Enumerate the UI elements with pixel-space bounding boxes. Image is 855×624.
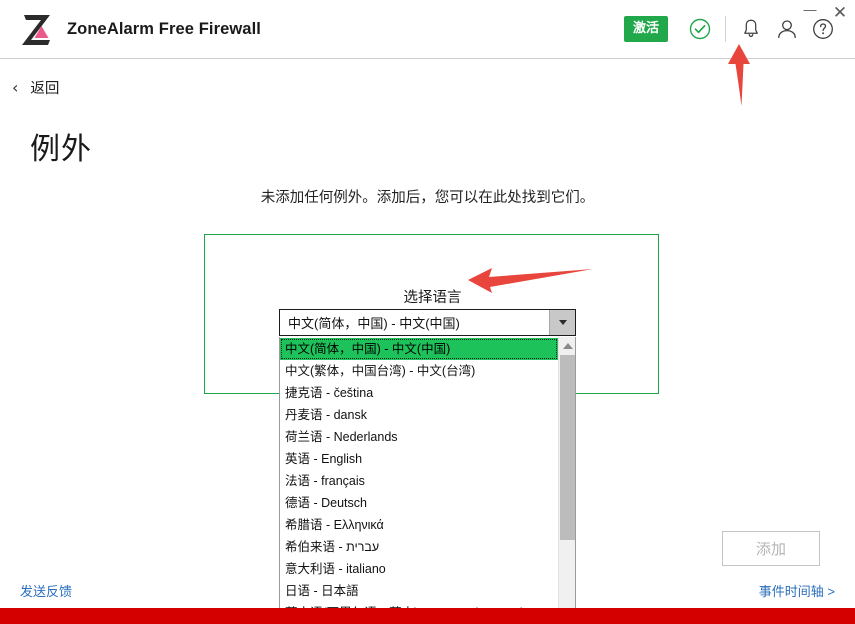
zonealarm-logo-icon xyxy=(17,9,57,49)
brand-area: ZoneAlarm Free Firewall xyxy=(17,9,261,49)
application-window: ZoneAlarm Free Firewall 激活 — ✕ ‹ 返回 例外 未… xyxy=(0,0,855,624)
minimize-button[interactable]: — xyxy=(795,0,825,24)
scrollbar-thumb[interactable] xyxy=(560,355,575,540)
language-option[interactable]: 法语 - français xyxy=(280,470,558,492)
add-button[interactable]: 添加 xyxy=(722,531,820,566)
empty-state-message: 未添加任何例外。添加后，您可以在此处找到它们。 xyxy=(260,190,595,206)
brand-title: ZoneAlarm Free Firewall xyxy=(67,19,261,38)
chevron-left-icon: ‹ xyxy=(12,77,19,97)
send-feedback-link[interactable]: 发送反馈 xyxy=(20,581,72,600)
activate-button[interactable]: 激活 xyxy=(623,16,668,42)
language-options-container: 中文(简体，中国) - 中文(中国) 中文(繁体，中国台湾) - 中文(台湾) 捷克… xyxy=(280,337,558,623)
language-option[interactable]: 中文(简体，中国) - 中文(中国) xyxy=(280,338,558,360)
language-caption: 选择语言 xyxy=(403,290,462,306)
language-option[interactable]: 中文(繁体，中国台湾) - 中文(台湾) xyxy=(280,360,558,382)
language-option[interactable]: 日语 - 日本語 xyxy=(280,580,558,602)
language-option[interactable]: 捷克语 - čeština xyxy=(280,382,558,404)
bell-icon[interactable] xyxy=(733,9,769,49)
language-select-value: 中文(简体，中国) - 中文(中国) xyxy=(288,316,460,331)
header-separator xyxy=(0,58,855,59)
window-controls: — ✕ xyxy=(795,0,855,24)
header-divider xyxy=(725,16,726,42)
language-option[interactable]: 希腊语 - Ελληνικά xyxy=(280,514,558,536)
language-option[interactable]: 英语 - English xyxy=(280,448,558,470)
language-list-scrollbar[interactable] xyxy=(558,337,575,623)
language-option[interactable]: 丹麦语 - dansk xyxy=(280,404,558,426)
language-option[interactable]: 荷兰语 - Nederlands xyxy=(280,426,558,448)
bottom-status-bar xyxy=(0,608,855,624)
scroll-up-arrow-icon[interactable] xyxy=(559,337,575,354)
check-circle-icon[interactable] xyxy=(682,9,718,49)
language-option[interactable]: 意大利语 - italiano xyxy=(280,558,558,580)
back-label: 返回 xyxy=(30,81,60,97)
close-button[interactable]: ✕ xyxy=(825,0,855,24)
chevron-down-icon[interactable] xyxy=(549,310,575,335)
back-navigation[interactable]: ‹ 返回 xyxy=(12,77,59,98)
page-title: 例外 xyxy=(30,133,92,166)
language-option-list[interactable]: 中文(简体，中国) - 中文(中国) 中文(繁体，中国台湾) - 中文(台湾) 捷克… xyxy=(279,337,576,624)
language-option[interactable]: 希伯来语 - עברית xyxy=(280,536,558,558)
language-select[interactable]: 中文(简体，中国) - 中文(中国) xyxy=(279,309,576,336)
event-timeline-link[interactable]: 事件时间轴 > xyxy=(759,581,835,600)
language-option[interactable]: 德语 - Deutsch xyxy=(280,492,558,514)
app-header: ZoneAlarm Free Firewall 激活 — ✕ xyxy=(0,0,855,58)
